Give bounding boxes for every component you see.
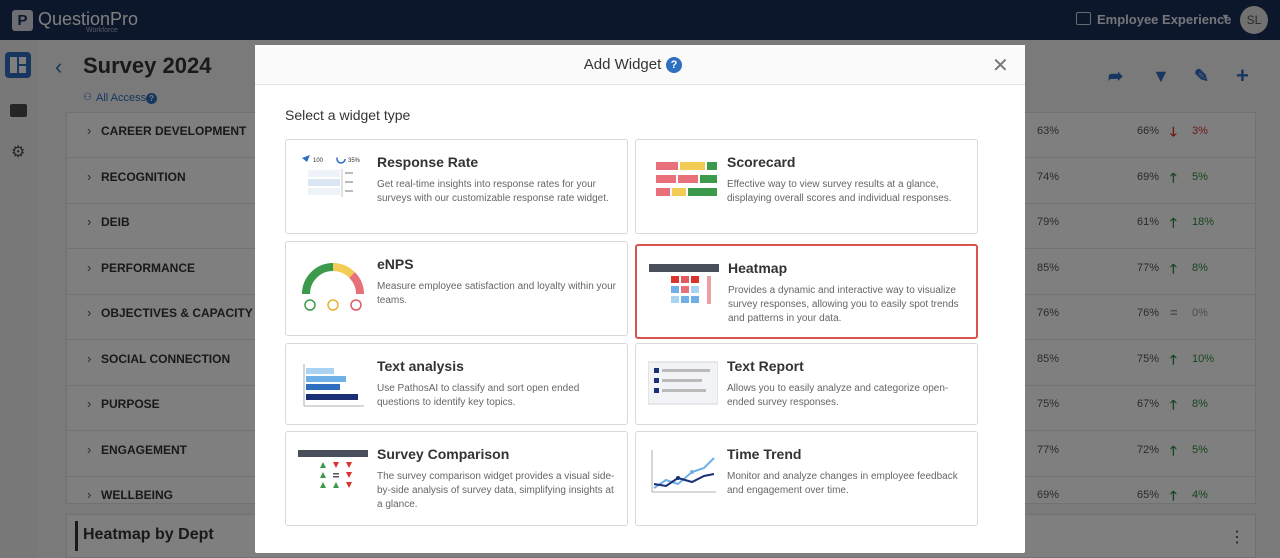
- widget-description: Effective way to view survey results at …: [727, 179, 952, 204]
- ill-value-b: 35%: [348, 158, 361, 164]
- widget-title: eNPS: [377, 256, 414, 272]
- dialog-header: Add Widget ? ✕: [255, 45, 1025, 85]
- widget-title: Time Trend: [727, 446, 802, 462]
- widget-enps[interactable]: eNPS Measure employee satisfaction and l…: [285, 241, 628, 336]
- heatmap-illustration: [649, 264, 719, 304]
- text-report-illustration: [648, 361, 718, 405]
- widget-description: Measure employee satisfaction and loyalt…: [377, 281, 617, 306]
- widget-description: Use PathosAI to classify and sort open e…: [377, 383, 580, 408]
- widget-response-rate[interactable]: 100 35% Response Rate Get real-time insi…: [285, 139, 628, 234]
- close-icon[interactable]: ✕: [992, 53, 1009, 78]
- widget-survey-comparison[interactable]: Survey Comparison The survey comparison …: [285, 431, 628, 526]
- comparison-illustration: [298, 450, 368, 488]
- widget-title: Text Report: [727, 358, 804, 374]
- widget-description: Monitor and analyze changes in employee …: [727, 471, 958, 496]
- help-icon[interactable]: ?: [666, 57, 682, 73]
- dialog-subtitle: Select a widget type: [285, 107, 411, 123]
- response-rate-illustration: 100 35%: [302, 154, 361, 197]
- widget-time-trend[interactable]: Time Trend Monitor and analyze changes i…: [635, 431, 978, 526]
- widget-title: Heatmap: [728, 260, 788, 276]
- gauge-illustration: [302, 263, 364, 311]
- widget-description: The survey comparison widget provides a …: [377, 471, 615, 510]
- widget-text-analysis[interactable]: Text analysis Use PathosAI to classify a…: [285, 343, 628, 425]
- add-widget-dialog: Add Widget ? ✕ Select a widget type 100 …: [255, 45, 1025, 553]
- widget-title: Survey Comparison: [377, 446, 510, 462]
- widget-heatmap[interactable]: Heatmap Provides a dynamic and interacti…: [635, 244, 978, 339]
- widget-title: Response Rate: [377, 154, 479, 170]
- widget-title: Text analysis: [377, 358, 464, 374]
- widget-description: Get real-time insights into response rat…: [377, 179, 609, 204]
- widget-title: Scorecard: [727, 154, 796, 170]
- line-chart-illustration: [651, 450, 716, 493]
- widget-description: Allows you to easily analyze and categor…: [727, 383, 949, 408]
- dialog-title: Add Widget: [583, 56, 662, 73]
- widget-text-report[interactable]: Text Report Allows you to easily analyze…: [635, 343, 978, 425]
- scorecard-illustration: [656, 162, 717, 196]
- widget-description: Provides a dynamic and interactive way t…: [728, 285, 959, 324]
- bar-chart-illustration: [303, 364, 364, 407]
- ill-value-a: 100: [313, 158, 324, 164]
- widget-scorecard[interactable]: Scorecard Effective way to view survey r…: [635, 139, 978, 234]
